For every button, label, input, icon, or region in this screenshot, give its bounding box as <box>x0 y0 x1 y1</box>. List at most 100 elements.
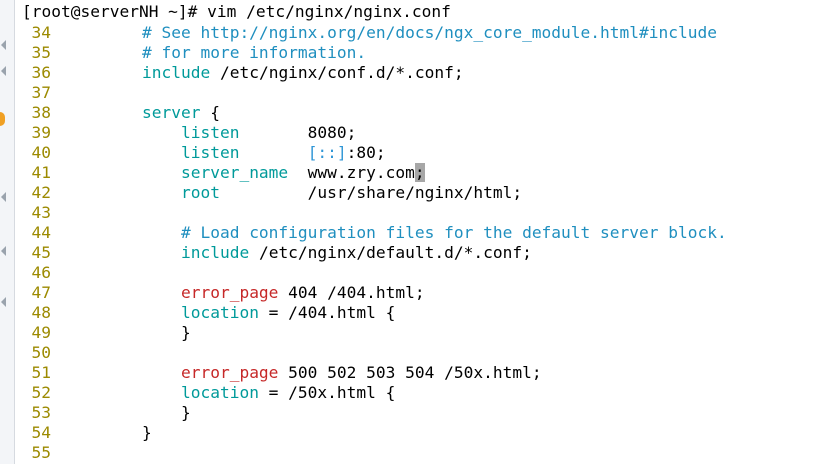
code-token: www.zry.com <box>288 163 415 182</box>
code-text: error_page 404 /404.html; <box>103 283 425 302</box>
line-number: 34 <box>31 23 52 42</box>
code-token: 500 502 503 504 /50x.html; <box>278 363 542 382</box>
terminal-window[interactable]: [root@serverNH ~]# vim /etc/nginx/nginx.… <box>15 0 813 464</box>
code-line: 42 root /usr/share/nginx/html; <box>15 183 523 203</box>
code-token: = /50x.html { <box>258 383 396 402</box>
code-line: 46 <box>15 263 103 283</box>
line-number: 49 <box>31 323 52 342</box>
line-number: 36 <box>31 63 52 82</box>
code-text: } <box>103 403 191 422</box>
code-text: listen [::]:80; <box>103 143 386 162</box>
code-token: } <box>103 323 191 342</box>
line-number: 37 <box>31 83 52 102</box>
code-token: location <box>180 303 259 322</box>
code-line: 54 } <box>15 423 152 443</box>
line-number: 43 <box>31 203 52 222</box>
collapse-arrow-icon[interactable] <box>1 192 6 202</box>
code-token: # for more information. <box>141 43 367 62</box>
code-line: 52 location = /50x.html { <box>15 383 396 403</box>
code-token: /etc/nginx/default.d/*.conf; <box>249 243 532 262</box>
code-token: } <box>103 403 191 422</box>
line-number: 40 <box>31 143 52 162</box>
side-panel-strip <box>0 0 15 464</box>
shell-prompt: [root@serverNH ~]# vim /etc/nginx/nginx.… <box>22 2 451 21</box>
code-text: root /usr/share/nginx/html; <box>103 183 522 202</box>
code-line: 38 server { <box>15 103 220 123</box>
code-text: include /etc/nginx/conf.d/*.conf; <box>103 63 464 82</box>
code-line: 55 <box>15 443 103 463</box>
line-number: 41 <box>31 163 52 182</box>
code-token: 404 /404.html; <box>278 283 425 302</box>
collapse-arrow-icon[interactable] <box>1 40 6 50</box>
code-line: 36 include /etc/nginx/conf.d/*.conf; <box>15 63 464 83</box>
code-line: 48 location = /404.html { <box>15 303 396 323</box>
code-text: # for more information. <box>103 43 366 62</box>
code-line: 51 error_page 500 502 503 504 /50x.html; <box>15 363 542 383</box>
collapse-arrow-icon[interactable] <box>1 66 6 76</box>
code-line: 40 listen [::]:80; <box>15 143 386 163</box>
line-number: 42 <box>31 183 52 202</box>
code-line: 37 <box>15 83 103 103</box>
collapse-arrow-icon[interactable] <box>1 297 6 307</box>
code-token: location <box>180 383 259 402</box>
code-token: # Load configuration files for the defau… <box>180 223 727 242</box>
line-number: 53 <box>31 403 52 422</box>
code-token: = /404.html { <box>258 303 396 322</box>
line-number: 35 <box>31 43 52 62</box>
code-token: server_name <box>180 163 289 182</box>
code-token: server <box>141 103 201 122</box>
code-line: 44 # Load configuration files for the de… <box>15 223 727 243</box>
code-token: :80; <box>346 143 386 162</box>
code-line: 34 # See http://nginx.org/en/docs/ngx_co… <box>15 23 717 43</box>
line-number: 46 <box>31 263 52 282</box>
line-number: 55 <box>31 443 52 462</box>
code-text: listen 8080; <box>103 123 356 142</box>
code-token: include <box>141 63 211 82</box>
code-line: 39 listen 8080; <box>15 123 357 143</box>
line-number: 51 <box>31 363 52 382</box>
code-token: listen <box>180 123 240 142</box>
code-token: listen <box>180 143 240 162</box>
code-text: } <box>103 423 152 442</box>
line-number: 45 <box>31 243 52 262</box>
code-text: include /etc/nginx/default.d/*.conf; <box>103 243 532 262</box>
code-token: 8080; <box>239 123 357 142</box>
code-text: # Load configuration files for the defau… <box>103 223 727 242</box>
status-marker-icon <box>0 112 5 126</box>
line-number: 52 <box>31 383 52 402</box>
code-text: # See http://nginx.org/en/docs/ngx_core_… <box>103 23 717 42</box>
code-token: } <box>103 423 152 442</box>
collapse-arrow-icon[interactable] <box>1 246 6 256</box>
code-token: # See http://nginx.org/en/docs/ngx_core_… <box>141 23 717 42</box>
code-text: error_page 500 502 503 504 /50x.html; <box>103 363 542 382</box>
code-line: 50 <box>15 343 103 363</box>
line-number: 50 <box>31 343 52 362</box>
line-number: 44 <box>31 223 52 242</box>
line-number: 38 <box>31 103 52 122</box>
code-token: error_page <box>180 363 279 382</box>
line-number: 39 <box>31 123 52 142</box>
code-token: [::] <box>307 143 347 162</box>
line-number: 48 <box>31 303 52 322</box>
code-line: 35 # for more information. <box>15 43 367 63</box>
text-cursor: ; <box>414 163 425 182</box>
code-text: server_name www.zry.com; <box>103 163 425 182</box>
code-text: location = /50x.html { <box>103 383 395 402</box>
line-number: 54 <box>31 423 52 442</box>
code-token: { <box>200 103 220 122</box>
code-line: 49 } <box>15 323 191 343</box>
